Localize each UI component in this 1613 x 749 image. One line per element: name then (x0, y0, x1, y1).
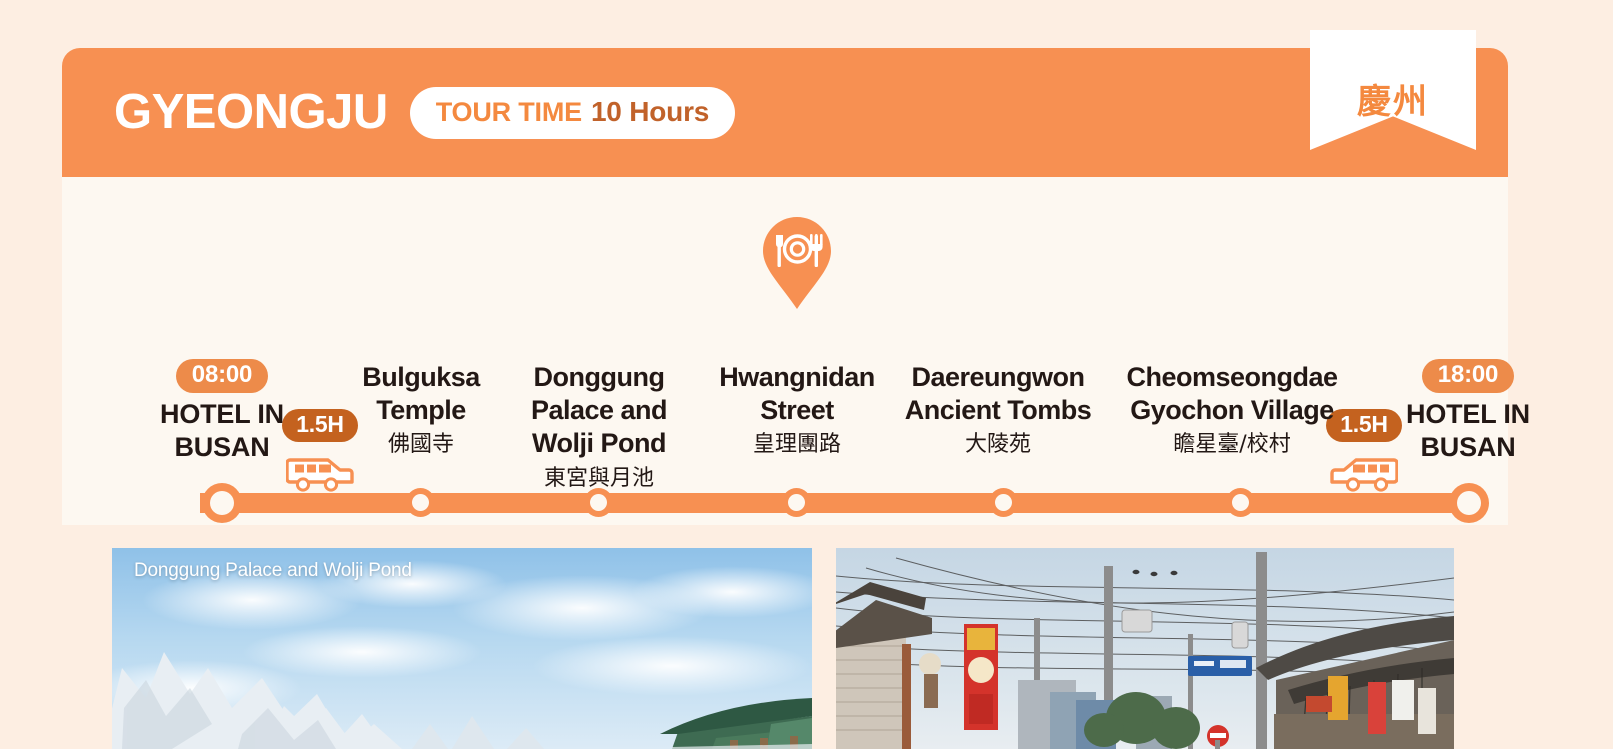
photo-strip: Donggung Palace and Wolji Pond (62, 525, 1508, 749)
node-center (1232, 494, 1249, 511)
stop-hwangnidan[interactable]: Hwangnidan Street 皇理團路 (697, 361, 897, 461)
stop-name-en: Cheomseongdae Gyochon Village (1126, 362, 1338, 426)
timeline-node-bulguksa[interactable] (406, 488, 435, 517)
header-band: GYEONGJU TOUR TIME 10 Hours (62, 48, 1508, 177)
meal-stop-marker[interactable] (761, 215, 833, 316)
timeline-node-hotel-end[interactable] (1449, 483, 1489, 523)
stop-name-en: HOTEL IN BUSAN (1406, 399, 1530, 463)
stop-name-cn: 佛國寺 (387, 432, 454, 458)
stop-name-cn: 大陵苑 (964, 432, 1031, 458)
stop-name-en: Hwangnidan Street (719, 362, 875, 426)
page-title: GYEONGJU (114, 85, 388, 139)
stop-name-en: Donggung Palace and Wolji Pond (530, 362, 668, 459)
timeline-node-cheomseongdae[interactable] (1226, 488, 1255, 517)
photo-street[interactable] (836, 548, 1454, 749)
region-ribbon-label: 慶州 (1357, 82, 1429, 122)
stop-cheomseongdae[interactable]: Cheomseongdae Gyochon Village 瞻星臺/校村 (1112, 361, 1352, 461)
timeline-track (200, 493, 1480, 513)
korean-street-image (836, 548, 1454, 749)
stop-name-en: Daereungwon Ancient Tombs (904, 362, 1092, 426)
stop-time-badge: 08:00 (175, 359, 269, 393)
node-center (995, 494, 1012, 511)
tour-time-label: TOUR TIME (435, 96, 582, 127)
stop-bulguksa[interactable]: Bulguksa Temple 佛國寺 (321, 361, 521, 461)
stop-name-en: HOTEL IN BUSAN (160, 399, 284, 463)
tour-itinerary-page: GYEONGJU TOUR TIME 10 Hours 慶州 1.5H 1.5H… (0, 0, 1613, 749)
stop-name-en: Bulguksa Temple (362, 362, 480, 426)
node-center (788, 494, 805, 511)
node-center (1457, 491, 1481, 515)
stop-hotel-end[interactable]: 18:00 HOTEL IN BUSAN (1368, 359, 1568, 464)
node-center (590, 494, 607, 511)
stop-hotel-start[interactable]: 08:00 HOTEL IN BUSAN (122, 359, 322, 464)
tour-time-badge: TOUR TIME 10 Hours (409, 86, 736, 139)
stop-name-cn: 皇理團路 (752, 432, 841, 458)
stop-name-cn: 瞻星臺/校村 (1173, 432, 1291, 458)
photo-donggung[interactable]: Donggung Palace and Wolji Pond (112, 548, 812, 749)
timeline-node-hotel-start[interactable] (202, 483, 242, 523)
stop-donggung[interactable]: Donggung Palace and Wolji Pond 東宮與月池 (499, 361, 699, 495)
node-center (210, 491, 234, 515)
header-content: GYEONGJU TOUR TIME 10 Hours (62, 48, 1508, 177)
stop-name-cn: 東宮與月池 (543, 465, 654, 491)
timeline-node-daereungwon[interactable] (989, 488, 1018, 517)
node-center (412, 494, 429, 511)
photo-caption: Donggung Palace and Wolji Pond (134, 560, 412, 581)
timeline-node-hwangnidan[interactable] (782, 488, 811, 517)
tour-time-value: 10 Hours (590, 95, 710, 127)
stop-time-badge: 18:00 (1421, 359, 1515, 393)
timeline-panel: 1.5H 1.5H 08:00 HOTEL IN BUSAN Bulguksa … (62, 177, 1530, 525)
stop-daereungwon[interactable]: Daereungwon Ancient Tombs 大陵苑 (889, 361, 1107, 461)
